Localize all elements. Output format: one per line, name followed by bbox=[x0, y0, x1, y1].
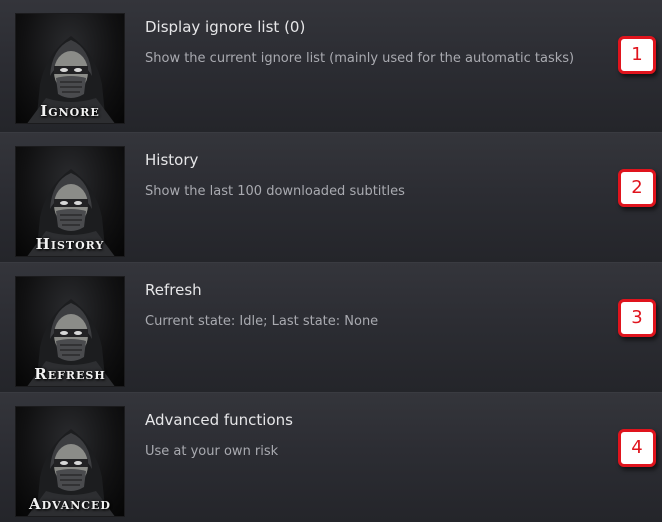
number-badge: 3 bbox=[618, 299, 656, 337]
thumb-label: Advanced bbox=[29, 495, 111, 513]
item-description: Show the current ignore list (mainly use… bbox=[145, 51, 575, 66]
item-title[interactable]: Refresh bbox=[145, 281, 202, 299]
list-item-ignore[interactable]: Ignore Display ignore list (0) Show the … bbox=[0, 0, 662, 132]
item-title[interactable]: Advanced functions bbox=[145, 411, 293, 429]
refresh-thumbnail[interactable]: Refresh bbox=[15, 276, 125, 387]
list-item-refresh[interactable]: Refresh Refresh Current state: Idle; Las… bbox=[0, 262, 662, 392]
number-badge: 2 bbox=[618, 169, 656, 207]
item-title[interactable]: History bbox=[145, 151, 198, 169]
number-badge: 1 bbox=[618, 36, 656, 74]
history-thumbnail[interactable]: History bbox=[15, 146, 125, 257]
item-description: Use at your own risk bbox=[145, 444, 279, 459]
thumb-label: Refresh bbox=[34, 365, 106, 383]
advanced-thumbnail[interactable]: Advanced bbox=[15, 406, 125, 517]
number-badge: 4 bbox=[618, 429, 656, 467]
item-description: Show the last 100 downloaded subtitles bbox=[145, 184, 405, 199]
thumb-label: History bbox=[35, 235, 105, 253]
thumb-label: Ignore bbox=[40, 102, 100, 120]
ignore-thumbnail[interactable]: Ignore bbox=[15, 13, 125, 124]
list-item-history[interactable]: History History Show the last 100 downlo… bbox=[0, 132, 662, 262]
list-item-advanced[interactable]: Advanced Advanced functions Use at your … bbox=[0, 392, 662, 522]
item-description: Current state: Idle; Last state: None bbox=[145, 314, 379, 329]
item-title[interactable]: Display ignore list (0) bbox=[145, 18, 305, 36]
function-list: Ignore Display ignore list (0) Show the … bbox=[0, 0, 662, 522]
